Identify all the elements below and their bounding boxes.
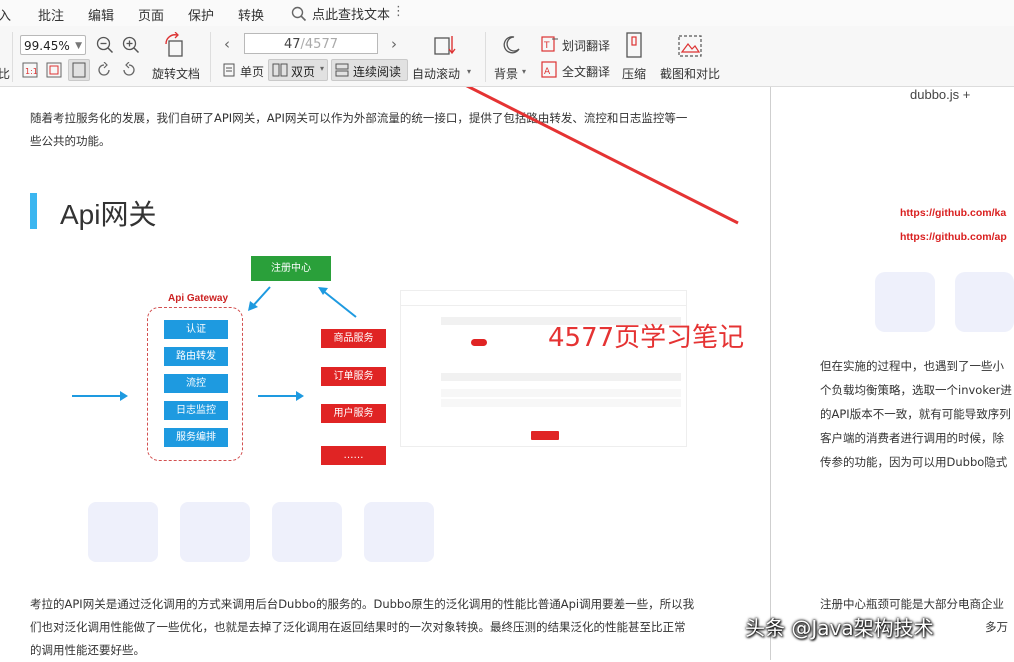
source-watermark: 头条 @Java架构技术 bbox=[745, 616, 934, 640]
full-translate-icon: A bbox=[541, 61, 557, 78]
zoom-in-icon[interactable] bbox=[122, 36, 140, 54]
menu-convert[interactable]: 转换 bbox=[238, 5, 264, 24]
menu-protect[interactable]: 保护 bbox=[188, 5, 214, 24]
page-divider bbox=[770, 87, 771, 660]
compress-icon[interactable] bbox=[624, 32, 644, 58]
svg-text:T: T bbox=[543, 41, 550, 51]
menu-edit[interactable]: 编辑 bbox=[88, 5, 114, 24]
word-translate-button[interactable]: 划词翻译 bbox=[562, 37, 610, 54]
menu-bar: 入 批注 编辑 页面 保护 转换 点此查找文本 ⋮ bbox=[0, 0, 1014, 26]
single-page-button[interactable]: 单页 bbox=[240, 63, 264, 80]
screenshot-compare-icon[interactable] bbox=[677, 34, 703, 58]
rotate-document-label[interactable]: 旋转文档 bbox=[152, 65, 200, 82]
service-box: …… bbox=[321, 446, 386, 465]
chevron-down-icon: ▾ bbox=[522, 67, 527, 76]
paragraph-line: 的调用性能还要好些。 bbox=[30, 643, 145, 657]
single-page-icon bbox=[223, 63, 235, 77]
chevron-down-icon: ▼ bbox=[75, 41, 82, 51]
toolbar-edge-fragment: | bbox=[0, 36, 1, 50]
zoom-select[interactable]: 99.45% ▼ bbox=[20, 35, 86, 55]
fit-page-icon[interactable] bbox=[46, 62, 62, 78]
toolbar-divider bbox=[210, 32, 211, 82]
find-text-label: 点此查找文本 bbox=[312, 8, 391, 23]
right-paragraph-line: 的API版本不一致，就有可能导致序列 bbox=[820, 407, 1011, 421]
background-button[interactable]: 背景 bbox=[494, 65, 518, 82]
right-paragraph-line: 但在实施的过程中，也遇到了一些小 bbox=[820, 359, 1004, 373]
gateway-item: 认证 bbox=[164, 320, 228, 339]
right-paragraph-line: 传参的功能，因为可以用Dubbo隐式 bbox=[820, 455, 1008, 469]
screenshot-compare-button[interactable]: 截图和对比 bbox=[660, 65, 720, 82]
more-options-icon[interactable]: ⋮ bbox=[392, 4, 405, 19]
toolbar-divider bbox=[485, 32, 486, 82]
right-page-graphic bbox=[875, 272, 1014, 332]
gateway-item: 路由转发 bbox=[164, 347, 228, 366]
total-pages: /4577 bbox=[300, 37, 338, 52]
paragraph-line: 们也对泛化调用性能做了一些优化，也就是去掉了泛化调用在返回结果时的一次对象转换。… bbox=[30, 620, 686, 634]
toolbar: | 比 99.45% ▼ 1:1 旋转文档 ‹ 47/4577 › bbox=[0, 26, 1014, 87]
auto-scroll-button[interactable]: 自动滚动 bbox=[412, 65, 460, 82]
rotate-left-icon[interactable] bbox=[96, 62, 112, 78]
rotate-right-icon[interactable] bbox=[121, 62, 137, 78]
embedded-screenshot-header bbox=[401, 291, 686, 306]
rotate-document-icon[interactable] bbox=[162, 32, 188, 58]
right-paragraph-line: 客户端的消费者进行调用的时候，除 bbox=[820, 431, 1004, 445]
chevron-down-icon: ▾ bbox=[320, 64, 325, 73]
current-page: 47 bbox=[283, 37, 301, 52]
continuous-reading-label: 连续阅读 bbox=[353, 65, 402, 79]
find-text-button[interactable]: 点此查找文本 bbox=[291, 4, 390, 23]
search-icon bbox=[291, 6, 307, 21]
gateway-item: 日志监控 bbox=[164, 401, 228, 420]
toolbar-edge-label: 比 bbox=[0, 67, 11, 81]
embedded-button bbox=[531, 431, 559, 440]
next-page-icon[interactable]: › bbox=[391, 35, 397, 53]
service-box: 订单服务 bbox=[321, 367, 386, 386]
annotation-text: 4577页学习笔记 bbox=[548, 323, 745, 353]
menu-annotate[interactable]: 批注 bbox=[38, 5, 64, 24]
previous-page-icon[interactable]: ‹ bbox=[224, 35, 230, 53]
service-box: 商品服务 bbox=[321, 329, 386, 348]
compress-button[interactable]: 压缩 bbox=[622, 65, 646, 82]
double-page-label: 双页 bbox=[291, 65, 316, 79]
svg-text:1:1: 1:1 bbox=[25, 67, 38, 76]
right-paragraph-line: 多万 bbox=[985, 620, 1008, 634]
continuous-reading-icon bbox=[335, 63, 349, 77]
chevron-down-icon: ▾ bbox=[467, 67, 472, 76]
zoom-value: 99.45% bbox=[24, 39, 70, 53]
double-page-toggle[interactable]: 双页 ▾ bbox=[268, 59, 328, 81]
embedded-row bbox=[441, 389, 681, 397]
right-paragraph-line: 个负载均衡策略，选取一个invoker进 bbox=[820, 383, 1012, 397]
toolbar-divider bbox=[12, 32, 13, 82]
embedded-row bbox=[441, 399, 681, 407]
page-number-input[interactable]: 47/4577 bbox=[244, 33, 378, 54]
fit-width-icon bbox=[72, 62, 86, 78]
paragraph-line: 考拉的API网关是通过泛化调用的方式来调用后台Dubbo的服务的。Dubbo原生… bbox=[30, 597, 695, 611]
menu-insert[interactable]: 入 bbox=[0, 5, 11, 24]
zoom-out-icon[interactable] bbox=[96, 36, 114, 54]
continuous-reading-toggle[interactable]: 连续阅读 bbox=[331, 59, 408, 81]
gateway-item: 服务编排 bbox=[164, 428, 228, 447]
registry-center-box: 注册中心 bbox=[251, 256, 331, 281]
double-page-icon bbox=[272, 63, 288, 77]
svg-text:A: A bbox=[544, 67, 551, 77]
service-box: 用户服务 bbox=[321, 404, 386, 423]
embedded-screenshot bbox=[400, 290, 687, 447]
fit-width-toggle[interactable] bbox=[68, 59, 90, 81]
github-link[interactable]: https://github.com/ap bbox=[900, 231, 1007, 243]
gateway-title: Api Gateway bbox=[168, 293, 229, 304]
word-translate-icon: T bbox=[541, 36, 558, 52]
menu-page[interactable]: 页面 bbox=[138, 5, 164, 24]
embedded-row bbox=[441, 373, 681, 381]
gateway-item: 流控 bbox=[164, 374, 228, 393]
embedded-tag bbox=[471, 339, 487, 346]
right-page-logo-text: dubbo.js + bbox=[910, 87, 971, 102]
auto-scroll-icon[interactable] bbox=[432, 32, 456, 56]
moon-icon[interactable] bbox=[500, 34, 522, 56]
github-link[interactable]: https://github.com/ka bbox=[900, 207, 1006, 219]
actual-size-icon[interactable]: 1:1 bbox=[22, 62, 38, 78]
document-view[interactable]: 随着考拉服务化的发展，我们自研了API网关，API网关可以作为外部流量的统一接口… bbox=[0, 87, 1014, 660]
full-translate-button[interactable]: 全文翻译 bbox=[562, 63, 610, 80]
